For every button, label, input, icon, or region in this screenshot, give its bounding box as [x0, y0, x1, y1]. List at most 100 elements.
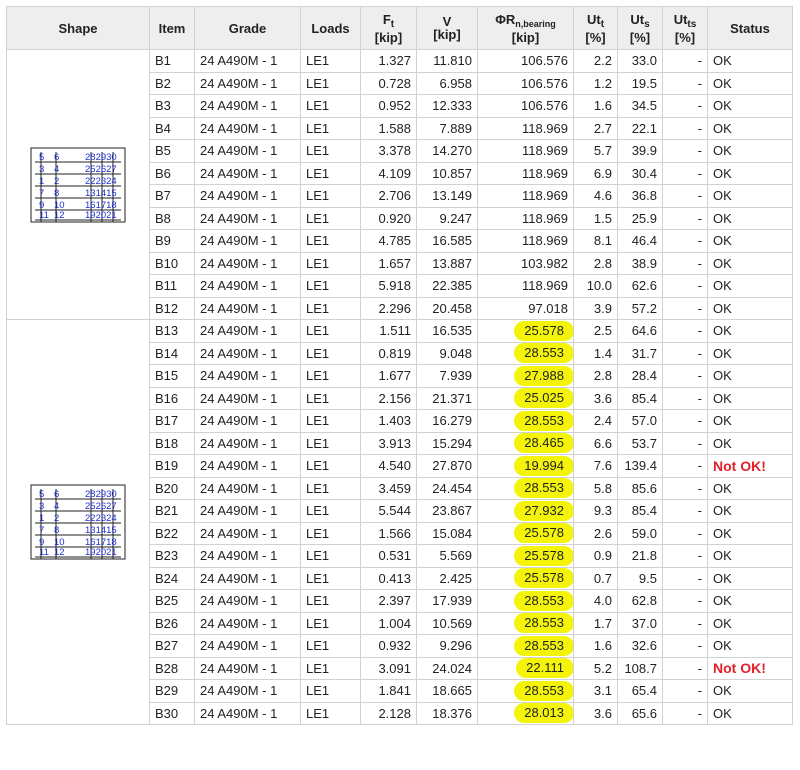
utt-cell: 1.6	[573, 634, 618, 658]
grade-cell: 24 A490M - 1	[194, 364, 301, 388]
phirn-cell-value: 25.578	[514, 523, 573, 544]
item-cell: B2	[149, 71, 195, 95]
loads-cell-value: LE1	[306, 143, 330, 159]
item-cell-value: B3	[155, 98, 171, 114]
ft-cell: 4.109	[360, 161, 417, 185]
ft-cell-value: 3.378	[378, 143, 411, 159]
v-cell-value: 9.296	[439, 638, 472, 654]
ft-cell-value: 0.413	[378, 570, 411, 586]
uts-cell-value: 59.0	[631, 525, 657, 541]
ft-cell: 2.128	[360, 701, 417, 725]
uts-cell-value: 53.7	[631, 435, 657, 451]
utts-cell-value: -	[697, 615, 702, 631]
grade-cell-value: 24 A490M - 1	[200, 705, 278, 721]
item-cell: B11	[149, 274, 195, 298]
phirn-cell-value: 22.111	[516, 658, 573, 679]
phirn-cell-value: 28.465	[514, 433, 573, 454]
utt-cell: 2.8	[573, 364, 618, 388]
ft-cell-value: 0.728	[378, 75, 411, 91]
uts-cell: 39.9	[617, 139, 663, 163]
v-cell-value: 10.857	[432, 165, 472, 181]
loads-cell-value: LE1	[306, 53, 330, 69]
v-cell-value: 11.810	[433, 53, 472, 69]
item-cell: B6	[149, 161, 195, 185]
status-cell-value: OK	[713, 75, 732, 91]
uts-cell-value: 34.5	[631, 98, 657, 114]
ft-cell: 2.296	[360, 296, 417, 320]
phirn-cell: 27.988	[477, 364, 574, 388]
status-cell: OK	[707, 521, 793, 545]
utt-cell-value: 6.9	[593, 165, 612, 181]
grade-cell-value: 24 A490M - 1	[200, 458, 278, 474]
status-cell: OK	[707, 319, 793, 343]
utt-cell: 5.8	[573, 476, 618, 500]
status-cell: OK	[707, 566, 793, 590]
loads-cell-value: LE1	[306, 435, 330, 451]
table-row: 5 6 282930 3 4 252627 1 2 222324 7 8 131415 9 10 16171…	[6, 49, 793, 320]
grade-cell-value: 24 A490M - 1	[200, 390, 278, 406]
status-cell: OK	[707, 116, 793, 140]
item-cell: B21	[149, 499, 195, 523]
phirn-cell-value: 118.969	[521, 278, 568, 294]
loads-cell: LE1	[300, 319, 361, 343]
phirn-cell-value: 97.018	[528, 300, 568, 316]
v-cell-value: 5.569	[439, 548, 472, 564]
item-cell: B14	[149, 341, 195, 365]
phirn-cell: 106.576	[477, 94, 574, 118]
v-cell: 13.149	[416, 184, 478, 208]
loads-cell: LE1	[300, 71, 361, 95]
header-shape: Shape	[6, 6, 150, 50]
utt-cell-value: 1.2	[593, 75, 612, 91]
v-cell-value: 2.425	[439, 570, 472, 586]
loads-cell-value: LE1	[306, 413, 330, 429]
bolt-label: 222324	[85, 513, 117, 524]
grade-cell: 24 A490M - 1	[194, 206, 301, 230]
v-cell-value: 9.247	[439, 210, 472, 226]
phirn-cell: 28.553	[477, 476, 574, 500]
item-cell: B13	[149, 319, 195, 343]
phirn-cell: 106.576	[477, 49, 574, 73]
utts-cell: -	[662, 499, 708, 523]
loads-cell-value: LE1	[306, 210, 330, 226]
utts-cell-value: -	[697, 143, 702, 159]
bolt-pattern-diagram: 5 6 2829303 4 2526271 2 2223247 8 1314159 10 16171…	[30, 484, 126, 560]
ft-cell: 1.588	[360, 116, 417, 140]
v-cell: 2.425	[416, 566, 478, 590]
phirn-cell-value: 28.013	[514, 703, 573, 724]
loads-cell: LE1	[300, 656, 361, 680]
status-cell-value: OK	[713, 638, 732, 654]
uts-cell: 21.8	[617, 544, 663, 568]
loads-cell-value: LE1	[306, 548, 330, 564]
phirn-cell: 28.013	[477, 701, 574, 725]
loads-cell-value: LE1	[306, 255, 330, 271]
bolt-label: 3	[39, 501, 44, 512]
utt-cell-value: 2.6	[593, 525, 612, 541]
status-cell-value: OK	[713, 345, 732, 361]
phirn-cell-value: 28.553	[514, 613, 573, 634]
v-cell-value: 18.665	[432, 683, 472, 699]
header-status: Status	[707, 6, 793, 50]
uts-cell-value: 9.5	[638, 570, 657, 586]
loads-cell: LE1	[300, 431, 361, 455]
bolt-label: 11	[39, 547, 49, 558]
utts-cell-value: -	[697, 165, 702, 181]
grade-cell-value: 24 A490M - 1	[200, 345, 278, 361]
utt-cell: 6.9	[573, 161, 618, 185]
loads-cell: LE1	[300, 49, 361, 73]
uts-cell: 46.4	[617, 229, 663, 253]
bolt-label: 6	[54, 152, 59, 163]
item-cell-value: B2	[155, 75, 171, 91]
grade-cell: 24 A490M - 1	[194, 49, 301, 73]
item-cell: B5	[149, 139, 195, 163]
bolt-label: 3	[39, 164, 44, 175]
item-cell-value: B26	[155, 615, 179, 631]
utt-cell: 5.2	[573, 656, 618, 680]
utt-cell: 1.2	[573, 71, 618, 95]
v-cell: 24.454	[416, 476, 478, 500]
ft-cell-value: 1.511	[379, 323, 411, 339]
utts-cell: -	[662, 139, 708, 163]
bolt-label: 1	[39, 513, 44, 524]
grade-cell: 24 A490M - 1	[194, 71, 301, 95]
utt-cell-value: 5.7	[593, 143, 612, 159]
status-cell: OK	[707, 184, 793, 208]
